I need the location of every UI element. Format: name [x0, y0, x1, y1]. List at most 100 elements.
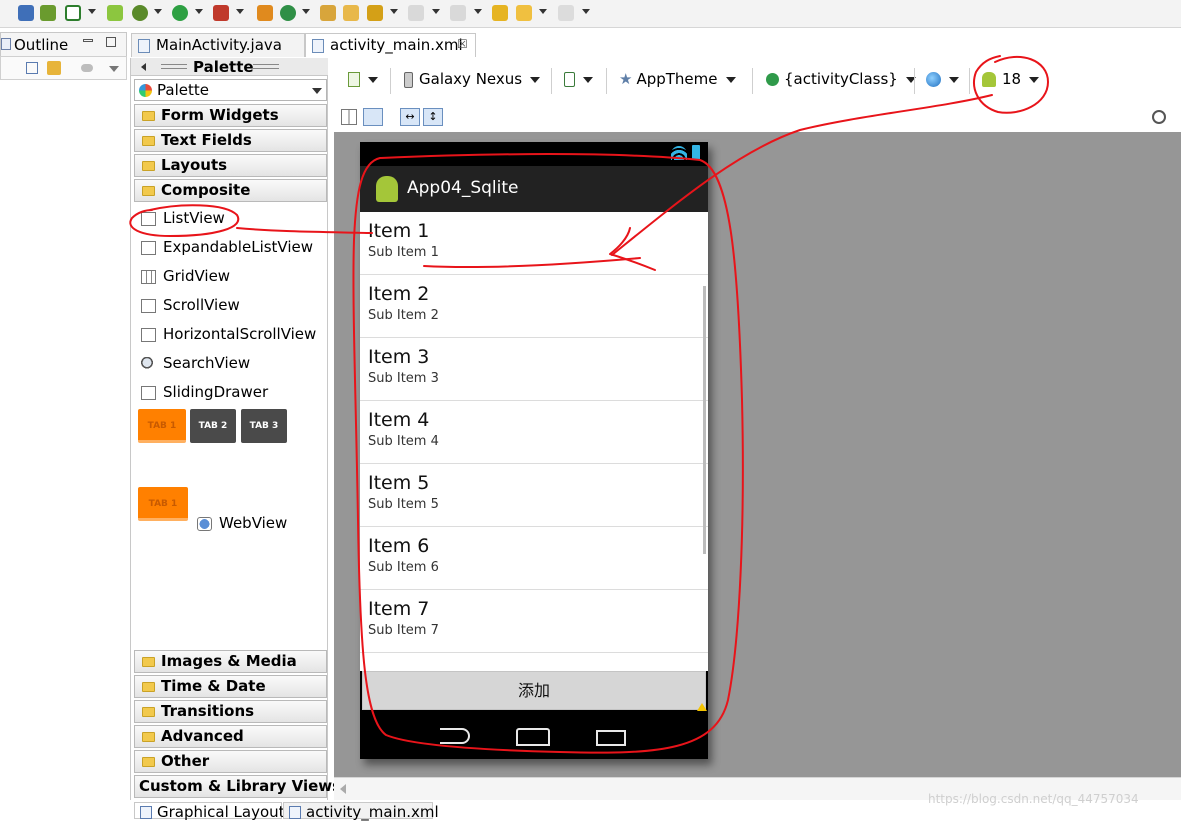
list-item[interactable]: Item 1 Sub Item 1 — [360, 212, 708, 275]
locale-chooser[interactable] — [926, 70, 959, 92]
fill-height-icon[interactable]: ↕ — [423, 108, 443, 126]
chevron-left-icon[interactable] — [340, 784, 346, 794]
chevron-down-icon — [725, 76, 736, 83]
sliding-drawer-icon — [141, 386, 156, 400]
list-view[interactable]: Item 1 Sub Item 1 Item 2 Sub Item 2 Item 3… — [360, 212, 708, 671]
category-layouts[interactable]: Layouts — [134, 154, 327, 177]
forward-arrow-icon[interactable] — [558, 5, 574, 21]
xml-file-icon — [312, 39, 324, 53]
back-arrow-icon[interactable] — [516, 5, 532, 21]
new-class-icon[interactable] — [280, 5, 296, 21]
chevron-down-icon[interactable] — [390, 9, 398, 14]
scrollview-icon — [141, 299, 156, 313]
device-preview[interactable]: App04_Sqlite Item 1 Sub Item 1 Item 2 Sub … — [360, 142, 708, 759]
orientation-chooser[interactable] — [564, 70, 593, 92]
view-menu-icon[interactable] — [109, 66, 119, 72]
maximize-icon[interactable] — [106, 37, 116, 47]
chevron-down-icon[interactable] — [474, 9, 482, 14]
layout-icon — [140, 806, 152, 819]
device-chooser[interactable]: Galaxy Nexus — [404, 70, 541, 92]
theme-chooser[interactable]: ★ AppTheme — [619, 70, 736, 92]
chevron-down-icon[interactable] — [539, 9, 547, 14]
debug-icon[interactable] — [132, 5, 148, 21]
tab-activity-main-xml[interactable]: activity_main.xml ☒ — [305, 33, 476, 57]
recent-apps-icon[interactable] — [596, 730, 626, 746]
category-custom-library-views[interactable]: Custom & Library Views — [134, 775, 341, 798]
chevron-down-icon — [530, 76, 541, 83]
collapse-palette-icon[interactable] — [141, 63, 146, 71]
category-form-widgets[interactable]: Form Widgets — [134, 104, 327, 127]
zoom-out-icon[interactable] — [1152, 110, 1166, 124]
list-item[interactable]: Item 7 Sub Item 7 — [360, 590, 708, 653]
save-all-icon[interactable] — [18, 5, 34, 21]
chevron-down-icon[interactable] — [582, 9, 590, 14]
link-with-editor-icon[interactable] — [47, 61, 61, 75]
minimize-icon[interactable] — [83, 39, 93, 42]
palette-item-tabhost[interactable]: TAB 1 TAB 2 TAB 3 — [138, 409, 288, 445]
collapse-all-icon[interactable] — [26, 62, 38, 74]
chevron-down-icon[interactable] — [302, 9, 310, 14]
category-other[interactable]: Other — [134, 750, 327, 773]
category-images-media[interactable]: Images & Media — [134, 650, 327, 673]
run-icon[interactable] — [172, 5, 188, 21]
list-item[interactable]: Item 5 Sub Item 5 — [360, 464, 708, 527]
chevron-down-icon[interactable] — [195, 9, 203, 14]
tab-graphical-layout[interactable]: Graphical Layout — [134, 802, 285, 821]
category-composite[interactable]: Composite — [134, 179, 327, 202]
list-item[interactable]: Item 4 Sub Item 4 — [360, 401, 708, 464]
split-rows-icon[interactable] — [363, 108, 383, 126]
outline-tab[interactable]: Outline — [0, 32, 127, 56]
api-level-chooser[interactable]: 18 — [982, 70, 1040, 92]
palette-selector[interactable]: Palette — [134, 79, 327, 101]
outline-icon — [1, 38, 11, 50]
category-time-date[interactable]: Time & Date — [134, 675, 327, 698]
checklist-icon[interactable] — [65, 5, 81, 21]
open-type-icon[interactable] — [320, 5, 336, 21]
activity-chooser[interactable]: {activityClass} — [766, 70, 916, 92]
item-title: Item 2 — [368, 283, 430, 305]
config-chooser[interactable] — [348, 70, 378, 92]
list-scrollbar[interactable] — [703, 286, 706, 554]
chevron-down-icon[interactable] — [236, 9, 244, 14]
home-icon[interactable] — [516, 728, 550, 746]
item-label: ScrollView — [163, 296, 240, 314]
palette-item-tabwidget[interactable]: TAB 1 — [138, 487, 188, 521]
tab-activity-main-xml-source[interactable]: activity_main.xml — [283, 802, 439, 821]
category-label: Transitions — [161, 702, 255, 720]
new-package-icon[interactable] — [257, 5, 273, 21]
sdk-manager-icon[interactable] — [40, 5, 56, 21]
external-tools-icon[interactable] — [213, 5, 229, 21]
warning-icon — [697, 703, 707, 711]
close-icon[interactable]: ☒ — [457, 37, 468, 51]
list-item-partial[interactable] — [360, 653, 708, 671]
list-item[interactable]: Item 6 Sub Item 6 — [360, 527, 708, 590]
list-item[interactable]: Item 3 Sub Item 3 — [360, 338, 708, 401]
prev-annotation-icon[interactable] — [450, 5, 466, 21]
chevron-down-icon[interactable] — [154, 9, 162, 14]
drag-grip-icon — [253, 64, 279, 69]
pencil-icon[interactable] — [367, 5, 383, 21]
category-transitions[interactable]: Transitions — [134, 700, 327, 723]
category-text-fields[interactable]: Text Fields — [134, 129, 327, 152]
next-annotation-icon[interactable] — [408, 5, 424, 21]
fill-width-icon[interactable]: ↔ — [400, 108, 420, 126]
list-item[interactable]: Item 2 Sub Item 2 — [360, 275, 708, 338]
split-columns-icon[interactable] — [341, 109, 357, 125]
chevron-down-icon[interactable] — [432, 9, 440, 14]
item-label: GridView — [163, 267, 231, 285]
action-bar: App04_Sqlite — [360, 166, 708, 212]
tab-mainactivity-java[interactable]: MainActivity.java — [131, 33, 305, 57]
category-label: Composite — [161, 181, 251, 199]
category-advanced[interactable]: Advanced — [134, 725, 327, 748]
open-folder-icon[interactable] — [343, 5, 359, 21]
outline-options-icon[interactable] — [81, 64, 93, 72]
chevron-down-icon[interactable] — [88, 9, 96, 14]
separator — [390, 68, 391, 94]
folder-icon — [142, 757, 155, 767]
item-subtitle: Sub Item 1 — [368, 245, 439, 260]
category-label: Layouts — [161, 156, 228, 174]
new-android-project-icon[interactable] — [107, 5, 123, 21]
add-button[interactable]: 添加 — [362, 671, 706, 710]
back-icon[interactable] — [440, 728, 470, 744]
last-edit-icon[interactable] — [492, 5, 508, 21]
